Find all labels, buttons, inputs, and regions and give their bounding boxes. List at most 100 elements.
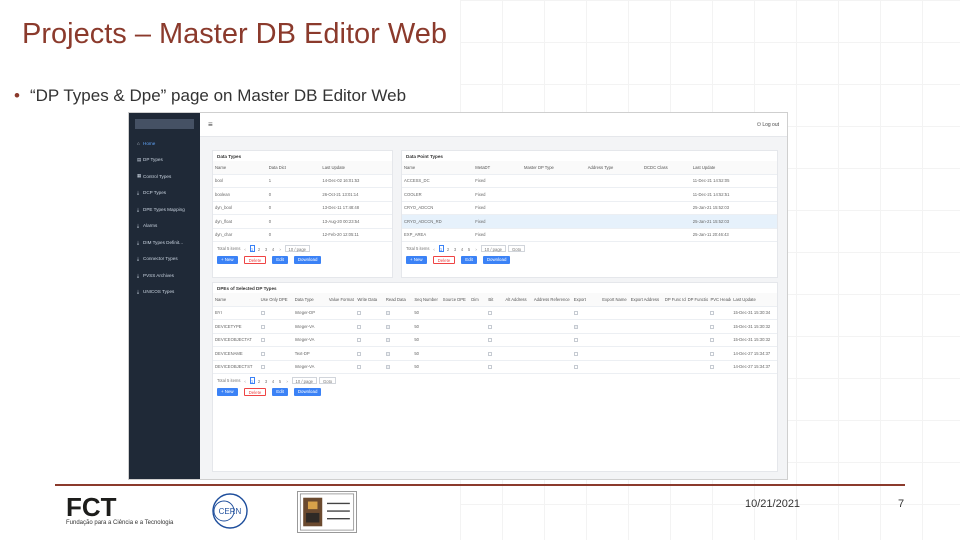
column-header[interactable]: Name [402, 161, 474, 175]
checkbox[interactable] [260, 324, 265, 329]
pager-page-1[interactable]: 1 [249, 377, 255, 384]
column-header[interactable]: Use Only DPE [258, 293, 293, 307]
column-header[interactable]: Export [571, 293, 601, 307]
edit-button[interactable]: Edit [272, 256, 288, 264]
checkbox[interactable] [357, 311, 362, 316]
column-header[interactable]: Export Address [628, 293, 663, 307]
edit-button[interactable]: Edit [461, 256, 477, 264]
delete-button[interactable]: Delete [243, 388, 267, 396]
checkbox[interactable] [573, 324, 578, 329]
download-button[interactable]: Download [293, 388, 322, 396]
new-button[interactable]: + New [406, 256, 427, 264]
checkbox[interactable] [260, 351, 265, 356]
pager-page-5[interactable]: 5 [278, 377, 283, 384]
checkbox[interactable] [710, 351, 715, 356]
checkbox[interactable] [488, 338, 493, 343]
pager-page-4[interactable]: 4 [271, 377, 276, 384]
checkbox[interactable] [260, 338, 265, 343]
table-row[interactable]: dyn_char 0 12-Feb-20 12:05:11 [213, 228, 392, 242]
checkbox[interactable] [710, 311, 715, 316]
column-header[interactable]: Address Type [585, 161, 642, 175]
sidebar-item-dcp-types[interactable]: ⤓ DCP Types [129, 185, 200, 202]
table-row[interactable]: DEVICEOBJECTAT Integer-VA 50 15-Dec-31 15:3… [213, 333, 777, 347]
pager-next[interactable]: › [285, 377, 290, 384]
pager-prev[interactable]: ‹ [432, 245, 437, 252]
checkbox[interactable] [573, 311, 578, 316]
sidebar-item-dp-types[interactable]: ▤ DP Types [129, 152, 200, 169]
checkbox[interactable] [260, 311, 265, 316]
pager-page-2[interactable]: 2 [257, 377, 262, 384]
checkbox[interactable] [357, 338, 362, 343]
column-header[interactable]: Last Update [320, 161, 392, 175]
delete-button[interactable]: Delete [243, 256, 267, 264]
column-header[interactable]: Seq Number [412, 293, 441, 307]
pager-page-2[interactable]: 2 [257, 245, 262, 252]
checkbox[interactable] [710, 338, 715, 343]
column-header[interactable]: Alt Address [503, 293, 532, 307]
pager-page-1[interactable]: 1 [438, 245, 444, 252]
page-size-select[interactable]: 10 / page [291, 377, 317, 384]
column-header[interactable]: Last Update [690, 161, 777, 175]
column-header[interactable]: Last Update [731, 293, 777, 307]
column-header[interactable]: MetaDT [473, 161, 522, 175]
new-button[interactable]: + New [217, 256, 238, 264]
download-button[interactable]: Download [482, 256, 511, 264]
column-header[interactable]: Data Dict [266, 161, 321, 175]
checkbox[interactable] [357, 351, 362, 356]
checkbox[interactable] [488, 324, 493, 329]
table-row[interactable]: dyn_bool 0 13-Dec-11 17:48:48 [213, 201, 392, 215]
checkbox[interactable] [385, 324, 390, 329]
table-row[interactable]: bool 1 14-Dec-02 16:01:53 [213, 174, 392, 188]
column-header[interactable]: Master DP Type [522, 161, 586, 175]
table-row[interactable]: boolean 0 26-Oct-21 13:01:14 [213, 187, 392, 202]
table-row[interactable]: ACCESS_DC Fixed 11-Dec-21 14:52:05 [402, 174, 777, 188]
menu-icon[interactable]: ≡ [208, 120, 213, 129]
pager-page-2[interactable]: 2 [446, 245, 451, 252]
column-header[interactable]: DCDC Class [642, 161, 691, 175]
logout-link[interactable]: ⏻ Log out [757, 122, 779, 128]
checkbox[interactable] [573, 351, 578, 356]
checkbox[interactable] [488, 311, 493, 316]
checkbox[interactable] [573, 338, 578, 343]
pager-prev[interactable]: ‹ [243, 377, 248, 384]
sidebar-item-connector-types[interactable]: ⤓ Connector Types [129, 251, 200, 268]
pager-page-3[interactable]: 3 [264, 245, 269, 252]
column-header[interactable]: DP Func Idx [662, 293, 686, 307]
edit-button[interactable]: Edit [272, 388, 288, 396]
sidebar-item-home[interactable]: ⌂ Home [129, 135, 200, 152]
checkbox[interactable] [573, 365, 578, 370]
column-header[interactable]: Name [213, 293, 259, 307]
column-header[interactable]: Write Data [355, 293, 384, 307]
page-size-select[interactable]: 10 / page [480, 245, 506, 252]
table-row[interactable]: DEVICEOBJECTST Integer-VA 50 14-Dec-27 15:3… [213, 360, 777, 374]
column-header[interactable]: Value Format [326, 293, 356, 307]
column-header[interactable]: Dim [469, 293, 487, 307]
column-header[interactable]: Bit [486, 293, 504, 307]
checkbox[interactable] [385, 311, 390, 316]
column-header[interactable]: Address Reference [531, 293, 572, 307]
table-row[interactable]: dyn_float 0 13-Aug-20 00:23:54 [213, 214, 392, 229]
table-row[interactable]: CRYO_ADCCN_RD Fixed 25-Jan-21 15:52:03 [402, 214, 777, 229]
sidebar-item-pvss-archives[interactable]: ⤓ PVSS Archives [129, 267, 200, 284]
sidebar-item-dpe-types-mapping[interactable]: ⤓ DPE Types Mapping [129, 201, 200, 218]
checkbox[interactable] [488, 365, 493, 370]
checkbox[interactable] [357, 365, 362, 370]
pager-page-4[interactable]: 4 [460, 245, 465, 252]
goto-input[interactable]: Goto [318, 377, 337, 384]
sidebar-item-unicos-types[interactable]: ⤓ UNICOS Types [129, 284, 200, 301]
pager-next[interactable]: › [474, 245, 479, 252]
delete-button[interactable]: Delete [432, 256, 456, 264]
column-header[interactable]: Name [213, 161, 267, 175]
column-header[interactable]: Data Type [292, 293, 327, 307]
table-row[interactable]: CRYO_ADCCN Fixed 25-Jan-21 15:52:03 [402, 201, 777, 215]
goto-input[interactable]: Goto [507, 245, 526, 252]
table-row[interactable]: COOLER Fixed 11-Dec-21 14:52:51 [402, 187, 777, 202]
table-row[interactable]: BYI Integer-DP 50 15-Dec-31 15:30:34 [213, 306, 777, 320]
column-header[interactable]: Source DPE [440, 293, 470, 307]
table-row[interactable]: EXP_AREA Fixed 25-Jan-11 20:46:43 [402, 228, 777, 242]
pager-page-3[interactable]: 3 [264, 377, 269, 384]
checkbox[interactable] [385, 338, 390, 343]
pager-prev[interactable]: ‹ [243, 245, 248, 252]
column-header[interactable]: PVC Header [708, 293, 732, 307]
checkbox[interactable] [385, 351, 390, 356]
